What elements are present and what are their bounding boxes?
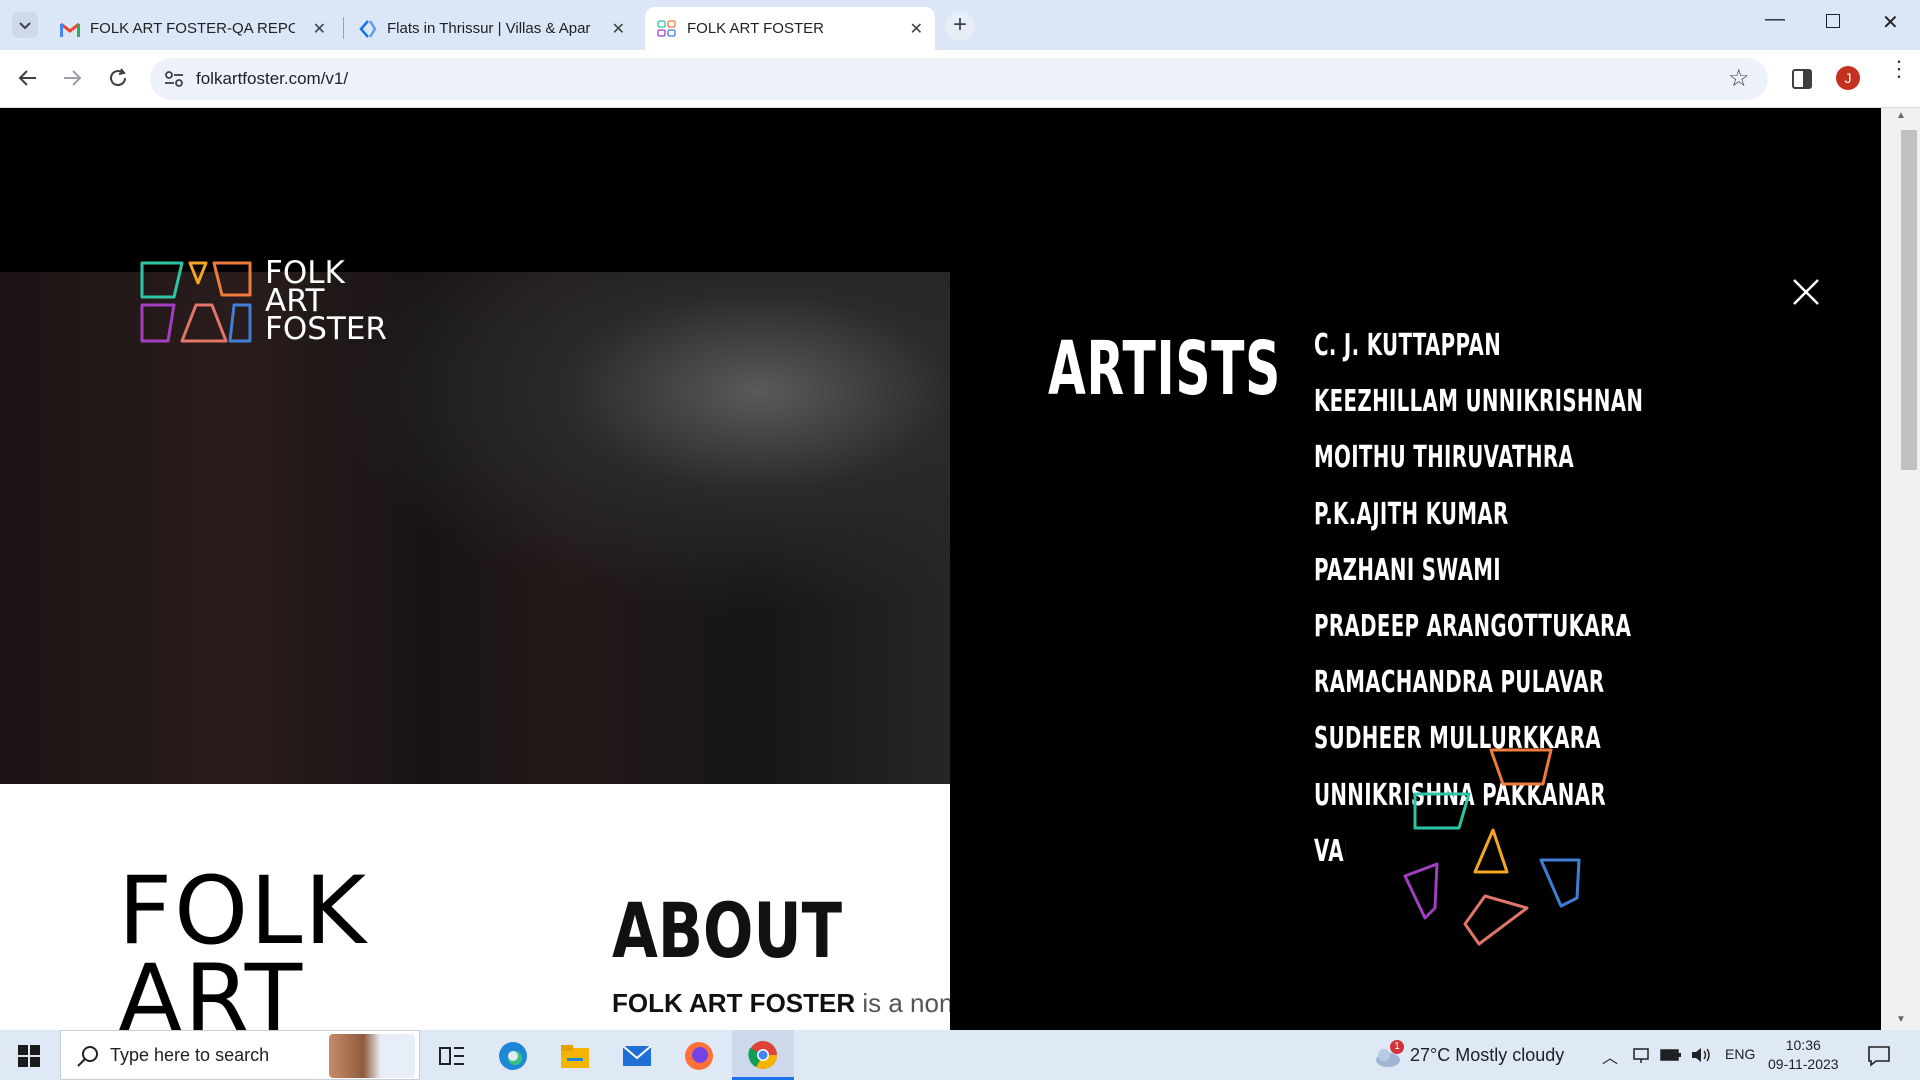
big-title-line: ART [118,945,305,1031]
tab-search-button[interactable] [12,12,38,38]
arrow-right-icon [64,70,82,86]
tab-close-icon[interactable]: ✕ [313,19,326,39]
reload-button[interactable] [106,66,130,95]
scroll-up-icon[interactable]: ▲ [1896,110,1906,121]
task-view-icon[interactable] [436,1040,468,1072]
windows-start-icon[interactable] [18,1045,40,1067]
chrome-taskbar-active[interactable] [732,1030,794,1080]
web-page: FOLK ART ABOUT FOLK ART FOSTER is a non-… [0,108,1881,1030]
artist-link[interactable]: PAZHANI SWAMI [1314,551,1643,607]
tab-title: FOLK ART FOSTER-QA REPORT [90,20,295,37]
big-title-line: FOLK [118,857,369,966]
volume-icon[interactable] [1690,1046,1712,1064]
artist-link[interactable]: P.K.AJITH KUMAR [1314,495,1643,551]
about-paragraph: FOLK ART FOSTER is a non-pr [612,988,950,1019]
artist-link[interactable]: PRADEEP ARANGOTTUKARA [1314,607,1643,663]
side-panel-button[interactable] [1792,69,1812,89]
tab-title: Flats in Thrissur | Villas & Apar [387,20,591,37]
chevron-down-icon [19,22,31,30]
logo-wordmark[interactable]: FOLK ART FOSTER [265,258,387,347]
gmail-icon [60,22,80,37]
tab-close-icon[interactable]: ✕ [612,19,625,39]
logo-line: FOSTER [265,311,387,347]
device-icon[interactable] [1632,1046,1650,1064]
artist-link[interactable]: KEEZHILLAM UNNIKRISHNAN [1314,382,1643,438]
window-close-button[interactable]: ✕ [1882,10,1899,35]
scrollbar-thumb[interactable] [1901,130,1917,470]
arrow-left-icon [18,70,36,86]
tray-chevron-icon[interactable]: ︿ [1602,1044,1618,1068]
close-menu-icon[interactable] [1790,276,1822,308]
minimize-button[interactable]: — [1765,8,1785,31]
scroll-down-icon[interactable]: ▼ [1896,1014,1906,1025]
about-brand: FOLK ART FOSTER [612,988,856,1018]
logo-mark-icon [140,261,252,343]
profile-avatar[interactable]: J [1836,66,1860,90]
back-button[interactable] [16,66,40,95]
big-title: FOLK ART [118,857,369,1031]
language-indicator[interactable]: ENG [1725,1046,1755,1062]
artist-link[interactable]: MOITHU THIRUVATHRA [1314,438,1643,494]
notification-icon[interactable] [1867,1045,1891,1067]
page-scrollbar[interactable]: ▲ ▼ [1881,108,1920,1030]
search-icon [77,1046,98,1067]
weather-text[interactable]: 27°C Mostly cloudy [1410,1045,1564,1066]
browser-toolbar: folkartfoster.com/v1/ ☆ J ⋮ [0,50,1920,108]
about-heading: ABOUT [612,886,843,975]
tab-folk-art-foster[interactable]: FOLK ART FOSTER ✕ [645,7,935,50]
clock-time: 10:36 [1785,1037,1821,1053]
artist-link[interactable]: C. J. KUTTAPPAN [1314,326,1643,382]
reload-icon [110,68,127,87]
search-placeholder: Type here to search [110,1045,270,1065]
restore-button[interactable] [1826,14,1840,28]
artist-link[interactable]: VAR. [1314,832,1346,888]
decorative-shapes-icon [1403,748,1581,946]
clock[interactable]: 10:36 09-11-2023 [1768,1036,1839,1074]
tab-strip: FOLK ART FOSTER-QA REPORT ✕ Flats in Thr… [0,0,1920,50]
new-tab-button[interactable]: + [945,11,975,41]
bookmark-star-icon[interactable]: ☆ [1728,64,1750,93]
about-text: is a non-pr [862,988,950,1018]
search-highlight-image [329,1034,415,1078]
artists-heading: ARTISTS [1048,326,1281,412]
menu-button[interactable]: ⋮ [1888,58,1910,80]
tab-separator [343,17,344,39]
tab-close-icon[interactable]: ✕ [910,19,923,39]
clock-date: 09-11-2023 [1768,1056,1839,1072]
forward-button[interactable] [60,66,84,95]
address-bar[interactable]: folkartfoster.com/v1/ ☆ [150,58,1768,100]
taskbar-search-box[interactable]: Type here to search [60,1030,420,1080]
tab-flats[interactable]: Flats in Thrissur | Villas & Apar ✕ [347,7,637,50]
tab-gmail[interactable]: FOLK ART FOSTER-QA REPORT ✕ [48,7,338,50]
folkart-icon [657,19,676,37]
edge-icon[interactable] [497,1040,529,1072]
battery-icon[interactable] [1660,1047,1682,1063]
site-icon [359,19,377,38]
site-settings-icon[interactable] [164,70,184,88]
weather-badge: 1 [1390,1040,1404,1054]
tab-title: FOLK ART FOSTER [687,20,824,37]
mail-icon[interactable] [621,1040,653,1072]
firefox-icon[interactable] [683,1040,715,1072]
artist-link[interactable]: RAMACHANDRA PULAVAR [1314,663,1643,719]
chrome-icon [748,1041,777,1069]
file-explorer-icon[interactable] [559,1040,591,1072]
windows-taskbar: Type here to search 1 27°C Mostly cloudy… [0,1030,1920,1080]
url-text[interactable]: folkartfoster.com/v1/ [196,69,348,89]
